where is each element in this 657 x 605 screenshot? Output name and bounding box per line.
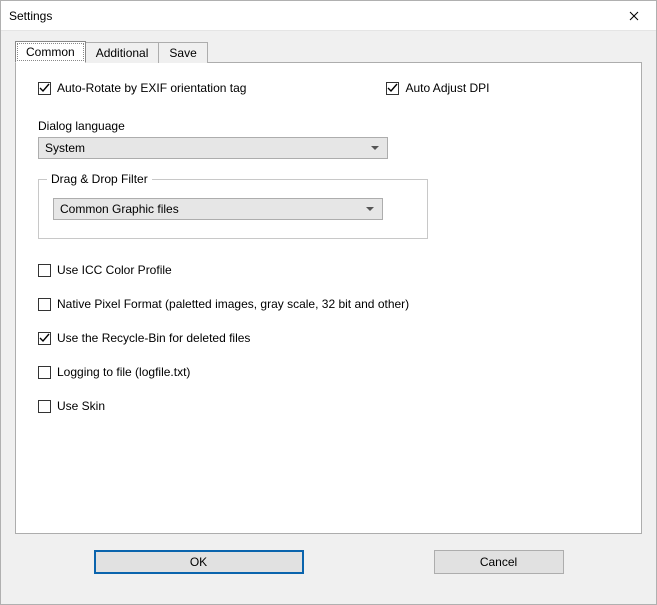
titlebar: Settings (1, 1, 656, 31)
native-pixel-checkbox[interactable]: Native Pixel Format (paletted images, gr… (38, 297, 619, 311)
ok-button[interactable]: OK (94, 550, 304, 574)
checkmark-icon (387, 83, 398, 94)
checkmark-icon (39, 83, 50, 94)
drag-drop-filter-group: Drag & Drop Filter Common Graphic files (38, 179, 428, 239)
logging-to-file-checkbox[interactable]: Logging to file (logfile.txt) (38, 365, 619, 379)
tab-common[interactable]: Common (15, 41, 86, 63)
window-title: Settings (9, 9, 52, 23)
checkbox-box (38, 400, 51, 413)
native-pixel-label: Native Pixel Format (paletted images, gr… (57, 297, 409, 311)
close-icon (629, 11, 639, 21)
auto-rotate-label: Auto-Rotate by EXIF orientation tag (57, 81, 246, 95)
drag-drop-filter-legend: Drag & Drop Filter (47, 172, 152, 186)
dialog-language-value: System (45, 141, 85, 155)
close-button[interactable] (611, 1, 656, 31)
use-icc-checkbox[interactable]: Use ICC Color Profile (38, 263, 619, 277)
use-recycle-bin-checkbox[interactable]: Use the Recycle-Bin for deleted files (38, 331, 619, 345)
logging-to-file-label: Logging to file (logfile.txt) (57, 365, 190, 379)
use-skin-checkbox[interactable]: Use Skin (38, 399, 619, 413)
chevron-down-icon (366, 207, 374, 211)
checkbox-box (386, 82, 399, 95)
checkbox-box (38, 298, 51, 311)
tab-save[interactable]: Save (158, 42, 207, 63)
cancel-button[interactable]: Cancel (434, 550, 564, 574)
dialog-language-select[interactable]: System (38, 137, 388, 159)
checkbox-box (38, 332, 51, 345)
settings-window: Settings Common Additional Save Auto-Rot… (0, 0, 657, 605)
button-row: OK Cancel (15, 534, 642, 590)
checkbox-box (38, 82, 51, 95)
auto-adjust-dpi-checkbox[interactable]: Auto Adjust DPI (386, 81, 489, 95)
tab-bar: Common Additional Save (15, 41, 642, 63)
tab-additional[interactable]: Additional (85, 42, 160, 63)
dialog-language-label: Dialog language (38, 119, 619, 133)
use-skin-label: Use Skin (57, 399, 105, 413)
auto-rotate-checkbox[interactable]: Auto-Rotate by EXIF orientation tag (38, 81, 246, 95)
use-recycle-bin-label: Use the Recycle-Bin for deleted files (57, 331, 250, 345)
drag-drop-filter-value: Common Graphic files (60, 202, 179, 216)
auto-adjust-dpi-label: Auto Adjust DPI (405, 81, 489, 95)
checkbox-box (38, 366, 51, 379)
chevron-down-icon (371, 146, 379, 150)
tabpanel-common: Auto-Rotate by EXIF orientation tag Auto… (15, 62, 642, 534)
drag-drop-filter-select[interactable]: Common Graphic files (53, 198, 383, 220)
use-icc-label: Use ICC Color Profile (57, 263, 172, 277)
checkmark-icon (39, 333, 50, 344)
checkbox-box (38, 264, 51, 277)
content-area: Common Additional Save Auto-Rotate by EX… (1, 31, 656, 604)
